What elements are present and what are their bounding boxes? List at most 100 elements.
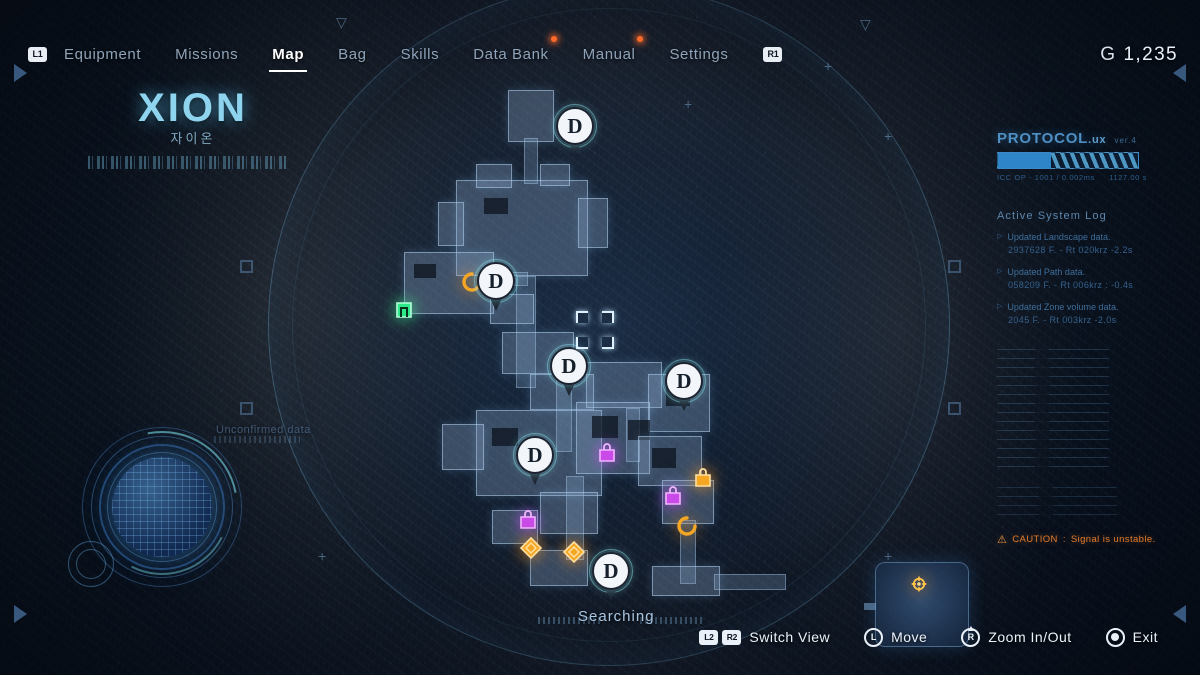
nav-item-label: Bag bbox=[338, 45, 367, 63]
pin-head: D bbox=[477, 262, 515, 300]
pin-head: D bbox=[556, 107, 594, 145]
decor-bracket bbox=[948, 260, 961, 273]
system-log-heading: Active System Log bbox=[997, 210, 1107, 222]
log-entry-text: Updated Path data. bbox=[1007, 267, 1085, 278]
pin-head: D bbox=[550, 347, 588, 385]
protocol-meta-right: 1127.00 s bbox=[1109, 173, 1147, 182]
protocol-title-text: PROTOCOL bbox=[997, 130, 1089, 147]
page-title: XION bbox=[138, 86, 248, 130]
protocol-version: ver.4 bbox=[1114, 136, 1137, 145]
control-prompt-switch-view[interactable]: L2 R2 Switch View bbox=[699, 629, 830, 645]
nav-item-map[interactable]: Map bbox=[255, 45, 321, 72]
key-l2: L2 bbox=[699, 629, 719, 645]
region-title-block: XION 자이온 bbox=[88, 86, 298, 169]
pin-glyph: D bbox=[488, 268, 504, 293]
bumper-keys: L2 R2 bbox=[699, 629, 742, 645]
nav-item-label: Map bbox=[272, 45, 305, 63]
protocol-side-panel: PROTOCOL.ux ver.4 ICC OP - 1001 / 0.002m… bbox=[985, 130, 1200, 546]
left-bumper-icon[interactable]: L1 bbox=[28, 46, 47, 62]
system-log-entry: Updated Path data. 058209 F. - Rt 006krz … bbox=[997, 266, 1200, 292]
control-prompt-bar: L2 R2 Switch View L Move R Zoom In/Out Exit bbox=[0, 623, 1200, 651]
pin-glyph: D bbox=[603, 558, 619, 583]
control-prompt-label: Exit bbox=[1132, 629, 1158, 645]
chest-icon[interactable] bbox=[516, 508, 540, 532]
telemetry-readout-block-2 bbox=[997, 481, 1175, 516]
flag-icon[interactable] bbox=[392, 300, 416, 324]
game-map-screen: ▽ ▽ + + + + + D D D D D D Searching Unco… bbox=[0, 0, 1200, 675]
pin-glyph: D bbox=[561, 353, 577, 378]
log-entry-text: Updated Landscape data. bbox=[1007, 232, 1111, 242]
pin-head: D bbox=[592, 552, 630, 590]
chest-icon[interactable] bbox=[691, 466, 715, 490]
nav-item-manual[interactable]: Manual bbox=[566, 35, 653, 63]
map-pin-marker[interactable]: D bbox=[547, 344, 591, 396]
control-prompt-label: Switch View bbox=[749, 629, 831, 645]
nav-item-missions[interactable]: Missions bbox=[158, 46, 255, 63]
map-pin-marker[interactable]: D bbox=[553, 104, 597, 156]
protocol-progress-bar bbox=[997, 152, 1139, 169]
edge-arrow-left-bottom-icon bbox=[14, 605, 27, 623]
nav-item-label: Skills bbox=[400, 45, 440, 63]
edge-arrow-right-bottom-icon bbox=[1173, 605, 1186, 623]
log-entry-value: 2045 F. - Rt 003krz -2.0s bbox=[1008, 315, 1117, 326]
map-pin-marker[interactable]: D bbox=[513, 433, 557, 485]
chest-icon[interactable] bbox=[661, 484, 685, 508]
nav-item-label: Equipment bbox=[64, 45, 142, 63]
decor-bracket bbox=[948, 402, 961, 415]
protocol-meta: ICC OP - 1001 / 0.002ms 1127.00 s bbox=[997, 173, 1147, 182]
control-prompt-label: Move bbox=[891, 629, 928, 645]
page-subtitle: 자이온 bbox=[170, 131, 216, 146]
barcode-decoration bbox=[88, 156, 288, 169]
currency-display: G 1,235 bbox=[1100, 44, 1178, 66]
currency-symbol: G bbox=[1100, 44, 1117, 65]
radar-globe-widget bbox=[56, 401, 268, 613]
nav-item-skills[interactable]: Skills bbox=[384, 46, 457, 63]
nav-item-bag[interactable]: Bag bbox=[321, 46, 384, 63]
protocol-header: PROTOCOL.ux ver.4 bbox=[997, 130, 1200, 147]
control-prompt-zoom[interactable]: R Zoom In/Out bbox=[961, 627, 1072, 647]
diamond-icon[interactable] bbox=[519, 536, 543, 560]
control-prompt-label: Zoom In/Out bbox=[988, 629, 1072, 645]
system-log-entry: Updated Zone volume data. 2045 F. - Rt 00… bbox=[997, 301, 1200, 327]
log-entry-text: Updated Zone volume data. bbox=[1007, 302, 1119, 313]
analog-stick-icon: R bbox=[961, 627, 981, 647]
crescent-icon[interactable] bbox=[675, 514, 699, 538]
currency-value: 1,235 bbox=[1123, 44, 1178, 65]
caution-message: Signal is unstable. bbox=[1070, 534, 1156, 546]
nav-item-settings[interactable]: Settings bbox=[652, 46, 745, 63]
pin-head: D bbox=[665, 362, 703, 400]
inset-marker-icon bbox=[910, 575, 928, 593]
nav-item-data-bank[interactable]: Data Bank bbox=[456, 35, 565, 63]
nav-item-label: Data Bank bbox=[473, 45, 549, 63]
map-pin-marker[interactable]: D bbox=[589, 549, 633, 601]
telemetry-readout-block bbox=[997, 345, 1175, 468]
right-bumper-icon[interactable]: R1 bbox=[763, 46, 783, 62]
nav-item-label: Missions bbox=[175, 45, 239, 63]
circle-button-icon bbox=[1105, 627, 1125, 647]
map-pin-marker[interactable]: D bbox=[474, 259, 518, 311]
notification-dot-icon bbox=[550, 35, 557, 42]
diamond-icon[interactable] bbox=[562, 540, 586, 564]
pin-glyph: D bbox=[567, 113, 583, 138]
system-log-list: Updated Landscape data. 2937628 F. - Rt 0… bbox=[997, 231, 1200, 327]
nav-item-label: Settings bbox=[669, 45, 729, 63]
analog-stick-icon: L bbox=[864, 627, 884, 647]
nav-item-equipment[interactable]: Equipment bbox=[47, 46, 158, 63]
control-prompt-exit[interactable]: Exit bbox=[1105, 627, 1158, 647]
edge-arrow-left-top-icon bbox=[14, 64, 27, 82]
log-entry-value: 2937628 F. - Rt 020krz -2.2s bbox=[1008, 245, 1133, 256]
pin-glyph: D bbox=[676, 368, 692, 393]
map-pin-marker[interactable]: D bbox=[662, 359, 706, 411]
map-cursor-reticle[interactable] bbox=[576, 311, 614, 349]
decor-mark: ▽ bbox=[336, 14, 347, 30]
nav-item-label: Manual bbox=[582, 45, 636, 63]
edge-arrow-right-top-icon bbox=[1173, 64, 1186, 82]
notification-dot-icon bbox=[637, 35, 644, 42]
chest-icon[interactable] bbox=[595, 441, 619, 465]
radar-dial-icon bbox=[68, 541, 114, 587]
map-unconfirmed-label: Unconfirmed data bbox=[216, 424, 311, 436]
inset-connector bbox=[864, 603, 876, 610]
pin-head: D bbox=[516, 436, 554, 474]
pin-glyph: D bbox=[527, 442, 543, 467]
control-prompt-move[interactable]: L Move bbox=[864, 627, 928, 647]
